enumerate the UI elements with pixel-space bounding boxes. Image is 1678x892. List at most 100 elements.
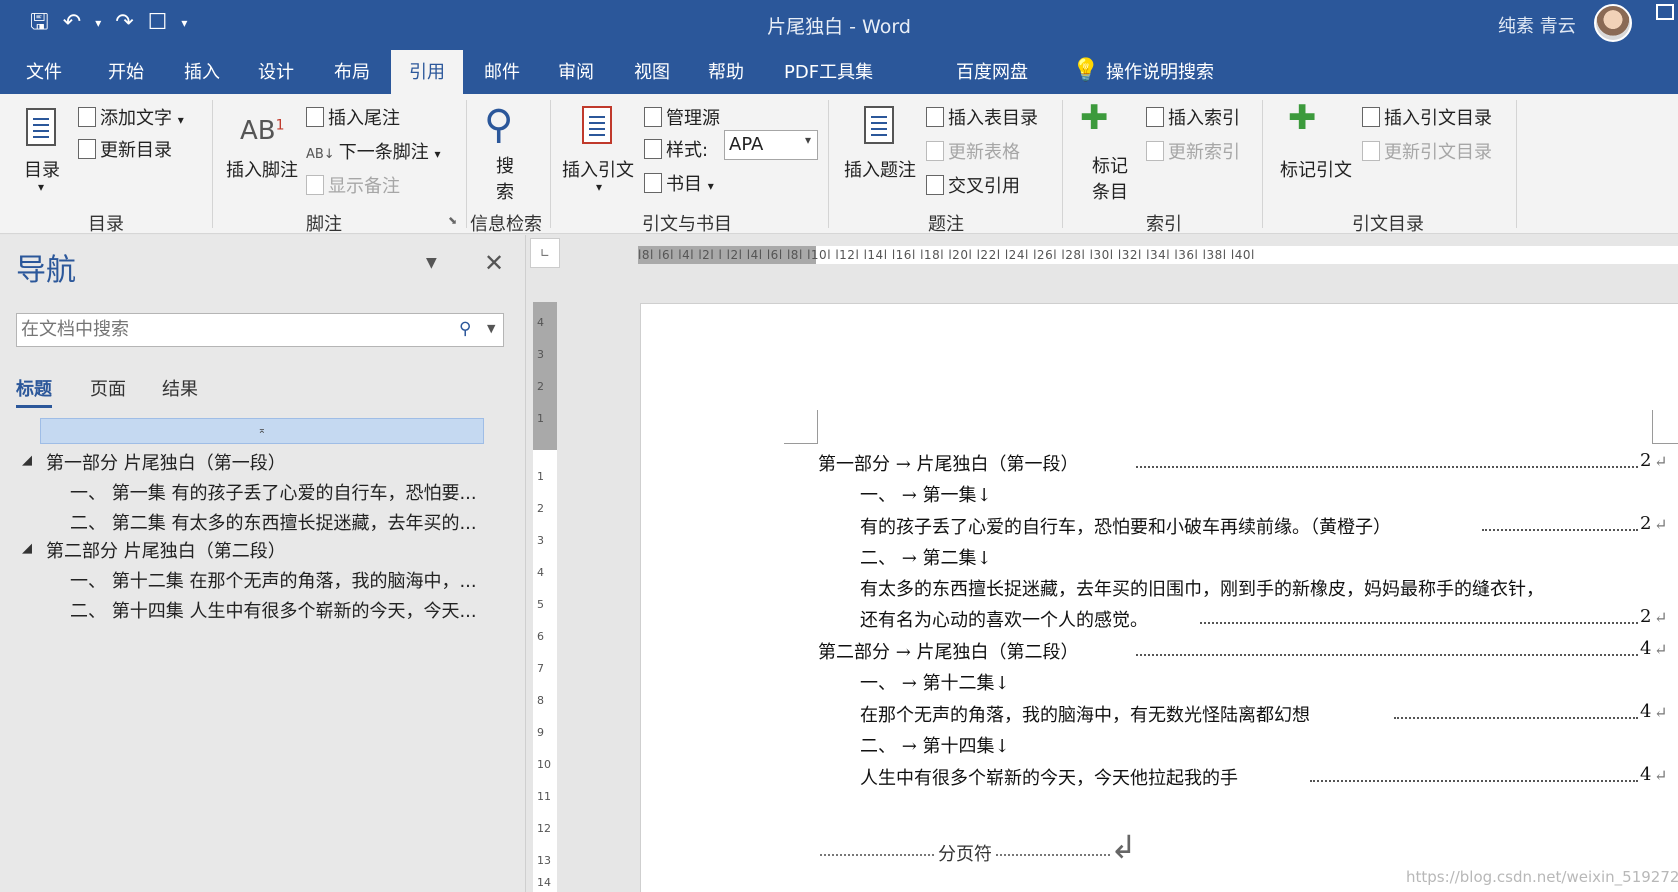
manage-sources-button[interactable]: 管理源 <box>644 104 720 130</box>
toc-page-number: 4 <box>1640 638 1652 659</box>
toc-icon[interactable] <box>26 108 56 146</box>
group-label-research: 信息检索 <box>470 214 542 235</box>
nav-heading-item[interactable]: 二、 第二集 有太多的东西擅长捉迷藏，去年买的... <box>70 509 486 535</box>
insert-caption-button[interactable]: 插入题注 <box>844 156 916 182</box>
cross-reference-button[interactable]: 交叉引用 <box>926 172 1020 198</box>
insert-table-of-figures-label: 插入表目录 <box>948 108 1038 129</box>
ruler-tick: 8 <box>537 694 544 707</box>
tab-file[interactable]: 文件 <box>26 58 62 84</box>
close-icon[interactable]: ✕ <box>484 249 504 277</box>
citation-style-select[interactable]: APA ▾ <box>724 130 818 160</box>
insert-index-button[interactable]: 插入索引 <box>1146 104 1240 130</box>
nav-heading-item[interactable]: 二、 第十四集 人生中有很多个崭新的今天，今天... <box>70 597 486 623</box>
toc-entry[interactable]: 还有名为心动的喜欢一个人的感觉。 <box>860 606 1148 632</box>
toc-entry[interactable]: 一、 → 第十二集↓ <box>860 669 1010 695</box>
paragraph-mark: ↵ <box>1654 640 1668 659</box>
watermark: https://blog.csdn.net/weixin_51927215 <box>1406 868 1678 886</box>
citation-dropdown-icon[interactable]: ▾ <box>596 180 602 194</box>
next-footnote-button[interactable]: AB↓ 下一条脚注 ▾ <box>306 138 440 164</box>
toc-entry[interactable]: 二、 → 第十四集↓ <box>860 732 1010 758</box>
group-label-toa: 引文目录 <box>1352 214 1424 235</box>
collapse-up-icon[interactable]: ⌅ <box>40 418 484 444</box>
insert-footnote-button[interactable]: 插入脚注 <box>226 156 298 182</box>
search-icon[interactable]: ⚲ <box>484 102 513 148</box>
toc-entry[interactable]: 人生中有很多个崭新的今天，今天他拉起我的手 <box>860 764 1238 790</box>
style-label: 样式: <box>644 136 708 162</box>
search-icon[interactable]: ⚲ <box>459 319 471 339</box>
tab-layout[interactable]: 布局 <box>334 58 370 84</box>
insert-toa-button[interactable]: 插入引文目录 <box>1362 104 1492 130</box>
show-notes-button[interactable]: 显示备注 <box>306 172 400 198</box>
toc-dropdown-icon[interactable]: ▾ <box>38 180 44 194</box>
paragraph-mark: ↵ <box>1654 515 1668 534</box>
nav-heading-item[interactable]: 一、 第一集 有的孩子丢了心爱的自行车，恐怕要... <box>70 479 486 505</box>
vertical-ruler[interactable]: 4 3 2 1 1 2 3 4 5 6 7 8 9 10 11 12 13 14 <box>533 302 557 892</box>
mark-citation-button[interactable]: 标记引文 <box>1280 156 1352 182</box>
toc-entry[interactable]: 第一部分 → 片尾独白（第一段） <box>818 450 1079 476</box>
collapse-triangle-icon[interactable]: ◢ <box>22 453 32 468</box>
toc-leader <box>1310 780 1638 782</box>
nav-tab-pages[interactable]: 页面 <box>90 375 126 401</box>
return-arrow-icon: ↲ <box>1110 828 1137 866</box>
collapse-triangle-icon[interactable]: ◢ <box>22 541 32 556</box>
update-toa-button[interactable]: 更新引文目录 <box>1362 138 1492 164</box>
dialog-launcher-icon[interactable]: ⬊ <box>448 214 457 227</box>
group-divider <box>828 100 829 228</box>
nav-tab-headings[interactable]: 标题 <box>16 375 52 408</box>
tab-view[interactable]: 视图 <box>634 58 670 84</box>
bibliography-icon <box>644 173 662 193</box>
tab-help[interactable]: 帮助 <box>708 58 744 84</box>
search-button[interactable]: 搜 索 <box>496 154 514 206</box>
toc-page-number: 2 <box>1640 450 1652 471</box>
tell-me-search[interactable]: 操作说明搜索 <box>1106 58 1214 84</box>
tab-references[interactable]: 引用 <box>391 50 463 94</box>
update-table-button[interactable]: 更新表格 <box>926 138 1020 164</box>
nav-heading-item[interactable]: 一、 第十二集 在那个无声的角落，我的脑海中，... <box>70 567 486 593</box>
tab-review[interactable]: 审阅 <box>558 58 594 84</box>
ribbon-tabs: 文件 开始 插入 设计 布局 引用 邮件 审阅 视图 帮助 PDF工具集 百度网… <box>0 48 1678 94</box>
insert-citation-button[interactable]: 插入引文 <box>562 156 634 182</box>
add-text-button[interactable]: 添加文字 ▾ <box>78 104 184 130</box>
style-icon <box>644 139 662 159</box>
bibliography-button[interactable]: 书目 ▾ <box>644 170 714 196</box>
insert-citation-icon[interactable] <box>582 106 612 144</box>
update-toc-button[interactable]: 更新目录 <box>78 136 172 162</box>
toc-page-number: 4 <box>1640 764 1652 785</box>
search-options-icon[interactable]: ▼ <box>487 322 495 335</box>
toc-entry[interactable]: 在那个无声的角落，我的脑海中，有无数光怪陆离都幻想 <box>860 701 1310 727</box>
mark-entry-icon[interactable]: ✚ <box>1080 98 1109 138</box>
toc-entry[interactable]: 二、 → 第二集↓ <box>860 544 992 570</box>
tab-stop-selector[interactable]: ∟ <box>530 238 560 268</box>
toc-entry[interactable]: 第二部分 → 片尾独白（第二段） <box>818 638 1079 664</box>
nav-heading-item[interactable]: 第二部分 片尾独白（第二段） <box>46 537 516 563</box>
tab-home[interactable]: 开始 <box>108 58 144 84</box>
tab-mailings[interactable]: 邮件 <box>484 58 520 84</box>
footnote-icon[interactable]: AB1 <box>240 116 285 146</box>
window-title: 片尾独白 - Word <box>767 16 911 38</box>
horizontal-ruler[interactable]: l8l l6l l4l l2l l l2l l4l l6l l8l l10l l… <box>638 246 1678 264</box>
mark-entry-button[interactable]: 标记 条目 <box>1092 154 1128 206</box>
tab-pdf-tools[interactable]: PDF工具集 <box>784 58 873 84</box>
nav-tab-results[interactable]: 结果 <box>162 375 198 401</box>
update-index-button[interactable]: 更新索引 <box>1146 138 1240 164</box>
avatar[interactable] <box>1594 4 1632 42</box>
insert-table-of-figures-button[interactable]: 插入表目录 <box>926 104 1038 130</box>
toc-entry[interactable]: 有的孩子丢了心爱的自行车，恐怕要和小破车再续前缘。（黄橙子） <box>860 513 1391 539</box>
nav-search-input[interactable] <box>17 314 437 344</box>
tab-design[interactable]: 设计 <box>258 58 294 84</box>
insert-endnote-button[interactable]: 插入尾注 <box>306 104 400 130</box>
lightbulb-icon: 💡 <box>1072 58 1100 83</box>
tab-insert[interactable]: 插入 <box>184 58 220 84</box>
update-toc-icon <box>78 139 96 159</box>
nav-heading-item[interactable]: 第一部分 片尾独白（第一段） <box>46 449 516 475</box>
toc-entry[interactable]: 有太多的东西擅长捉迷藏，去年买的旧围巾，刚到手的新橡皮，妈妈最称手的缝衣针， <box>860 575 1544 601</box>
toc-button[interactable]: 目录 <box>24 156 60 182</box>
restore-icon[interactable] <box>1656 4 1674 20</box>
tab-baidu-netdisk[interactable]: 百度网盘 <box>956 58 1028 84</box>
toc-entry[interactable]: 一、 → 第一集↓ <box>860 481 992 507</box>
insert-caption-icon[interactable] <box>864 106 894 144</box>
user-name[interactable]: 纯素 青云 <box>1498 12 1576 38</box>
mark-citation-icon[interactable]: ✚ <box>1288 98 1317 138</box>
toc-page-number: 4 <box>1640 701 1652 722</box>
chevron-down-icon[interactable]: ▼ <box>426 255 437 271</box>
